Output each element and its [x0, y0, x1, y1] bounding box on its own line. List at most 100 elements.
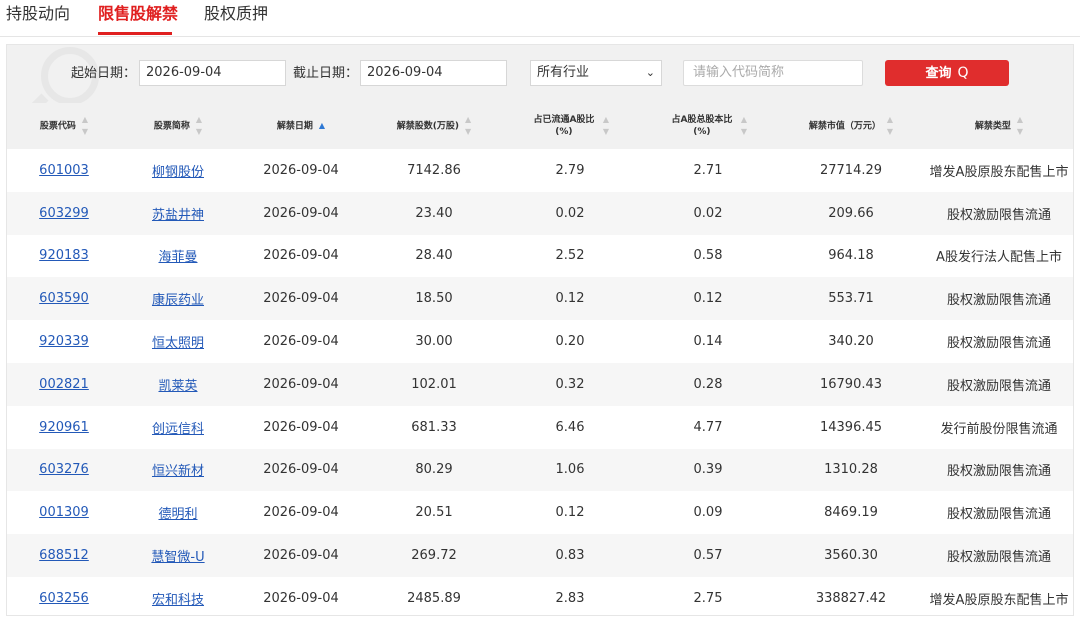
column-header-name[interactable]: 股票简称▲ ▼	[121, 103, 235, 149]
total-pct-cell: 0.14	[693, 334, 723, 350]
tab-restricted-share-unlock[interactable]: 限售股解禁	[98, 2, 178, 26]
unlock-value-cell: 1310.28	[824, 462, 878, 478]
stock-code-link[interactable]: 603256	[39, 591, 89, 606]
column-header-unlock-date[interactable]: 解禁日期 ▲	[235, 103, 367, 149]
float-pct-cell: 0.20	[555, 334, 585, 350]
end-date-input[interactable]: 2026-09-04	[360, 60, 507, 86]
table-row: 601003 柳钢股份 2026-09-04 7142.86 2.79 2.71 27714…	[7, 149, 1073, 192]
stock-name-link[interactable]: 康辰药业	[152, 293, 204, 308]
float-pct-cell: 6.46	[555, 419, 585, 435]
total-pct-cell: 0.57	[693, 548, 723, 564]
sort-icon: ▲ ▼	[195, 115, 203, 136]
sort-icon: ▲ ▼	[81, 115, 89, 136]
sort-icon: ▲ ▼	[740, 115, 748, 136]
unlock-panel: 起始日期： 2026-09-04 截止日期： 2026-09-04 所有行业 ⌄…	[6, 44, 1074, 616]
stock-code-cell: 001309	[7, 491, 121, 534]
stock-code-link[interactable]: 688512	[39, 548, 89, 563]
stock-name-cell: 恒太照明	[121, 320, 235, 363]
unlock-value-cell: 3560.30	[824, 548, 878, 564]
stock-code-cell: 920339	[7, 320, 121, 363]
stock-name-link[interactable]: 柳钢股份	[152, 165, 204, 180]
unlock-type-cell: 股权激励限售流通	[946, 378, 1051, 394]
column-header-total-pct[interactable]: 占A股总股本比(%)▲ ▼	[639, 103, 777, 149]
sort-ascending-icon: ▲	[318, 120, 326, 130]
unlock-type-cell: 股权激励限售流通	[946, 507, 1051, 523]
float-pct-cell: 2.79	[555, 162, 585, 178]
stock-code-link[interactable]: 603299	[39, 206, 89, 221]
unlock-shares-cell: 7142.86	[407, 162, 461, 178]
unlock-value-cell: 16790.43	[819, 376, 883, 392]
unlock-value-cell: 553.71	[828, 291, 874, 307]
tab-holding-changes[interactable]: 持股动向	[6, 2, 70, 26]
unlock-type-cell: 增发A股原股东配售上市	[929, 164, 1069, 180]
tab-bar: 持股动向 限售股解禁 股权质押	[0, 0, 1080, 37]
unlock-type-cell: 股权激励限售流通	[946, 464, 1051, 480]
stock-name-link[interactable]: 恒太照明	[152, 336, 204, 351]
stock-name-cell: 慧智微-U	[121, 534, 235, 577]
float-pct-cell: 2.83	[555, 590, 585, 606]
float-pct-cell: 0.32	[555, 376, 585, 392]
total-pct-cell: 0.39	[693, 462, 723, 478]
stock-code-link[interactable]: 001309	[39, 505, 89, 520]
industry-select[interactable]: 所有行业 ⌄	[530, 60, 662, 86]
float-pct-cell: 2.52	[555, 248, 585, 264]
stock-name-link[interactable]: 创远信科	[152, 422, 204, 437]
stock-code-link[interactable]: 603276	[39, 462, 89, 477]
stock-name-link[interactable]: 德明利	[158, 507, 197, 522]
unlock-type-cell: 股权激励限售流通	[946, 550, 1051, 566]
column-header-unlock-type[interactable]: 解禁类型▲ ▼	[925, 103, 1073, 149]
unlock-date-cell: 2026-09-04	[263, 248, 339, 264]
total-pct-cell: 4.77	[693, 419, 723, 435]
unlock-shares-cell: 80.29	[415, 462, 453, 478]
table-row: 920183 海菲曼 2026-09-04 28.40 2.52 0.58 964.18 A股…	[7, 235, 1073, 278]
stock-code-link[interactable]: 920183	[39, 248, 89, 263]
unlock-shares-cell: 681.33	[411, 419, 457, 435]
stock-name-link[interactable]: 苏盐井神	[152, 208, 204, 223]
stock-code-cell: 603256	[7, 577, 121, 620]
unlock-value-cell: 338827.42	[815, 590, 887, 606]
stock-name-link[interactable]: 慧智微-U	[151, 550, 204, 565]
float-pct-cell: 0.83	[555, 548, 585, 564]
table-row: 603590 康辰药业 2026-09-04 18.50 0.12 0.12 553.71 股…	[7, 277, 1073, 321]
column-header-unlock-shares[interactable]: 解禁股数(万股)▲ ▼	[367, 103, 501, 149]
table-row: 002821 凯莱英 2026-09-04 102.01 0.32 0.28 16790.4…	[7, 362, 1073, 406]
sort-icon: ▲ ▼	[1016, 115, 1024, 136]
stock-code-link[interactable]: 920961	[39, 420, 89, 435]
unlock-value-cell: 8469.19	[824, 505, 878, 521]
unlock-value-cell: 340.20	[828, 334, 874, 350]
unlock-value-cell: 14396.45	[819, 419, 883, 435]
active-tab-indicator	[98, 32, 172, 35]
float-pct-cell: 1.06	[555, 462, 585, 478]
stock-code-cell: 603276	[7, 449, 121, 492]
stock-code-link[interactable]: 601003	[39, 163, 89, 178]
filter-bar: 起始日期： 2026-09-04 截止日期： 2026-09-04 所有行业 ⌄…	[7, 45, 1073, 111]
column-header-float-pct[interactable]: 占已流通A股比(%)▲ ▼	[501, 103, 639, 149]
unlock-date-cell: 2026-09-04	[263, 505, 339, 521]
tab-equity-pledge[interactable]: 股权质押	[204, 2, 268, 26]
stock-code-cell: 920183	[7, 235, 121, 278]
unlock-shares-cell: 18.50	[415, 291, 453, 307]
chevron-down-icon: ⌄	[645, 66, 655, 79]
stock-name-link[interactable]: 宏和科技	[152, 593, 204, 608]
float-pct-cell: 0.12	[555, 291, 585, 307]
stock-name-cell: 宏和科技	[121, 577, 235, 620]
code-search-input[interactable]: 请输入代码简称	[683, 60, 863, 86]
stock-name-link[interactable]: 恒兴新材	[152, 464, 204, 479]
query-button[interactable]: 查询 Q	[885, 60, 1009, 86]
column-header-code[interactable]: 股票代码▲ ▼	[7, 103, 121, 149]
start-date-input[interactable]: 2026-09-04	[139, 60, 286, 86]
unlock-shares-cell: 28.40	[415, 248, 453, 264]
stock-name-link[interactable]: 凯莱英	[158, 379, 197, 394]
column-header-unlock-value[interactable]: 解禁市值（万元）▲ ▼	[777, 103, 925, 149]
stock-code-link[interactable]: 603590	[39, 291, 89, 306]
unlock-date-cell: 2026-09-04	[263, 419, 339, 435]
stock-code-cell: 002821	[7, 363, 121, 406]
unlock-date-cell: 2026-09-04	[263, 291, 339, 307]
unlock-shares-cell: 23.40	[415, 205, 453, 221]
unlock-date-cell: 2026-09-04	[263, 462, 339, 478]
stock-code-link[interactable]: 920339	[39, 334, 89, 349]
stock-code-link[interactable]: 002821	[39, 377, 89, 392]
stock-name-link[interactable]: 海菲曼	[158, 250, 197, 265]
table-body: 601003 柳钢股份 2026-09-04 7142.86 2.79 2.71 27714…	[7, 149, 1073, 620]
sort-icon: ▲ ▼	[886, 115, 894, 136]
